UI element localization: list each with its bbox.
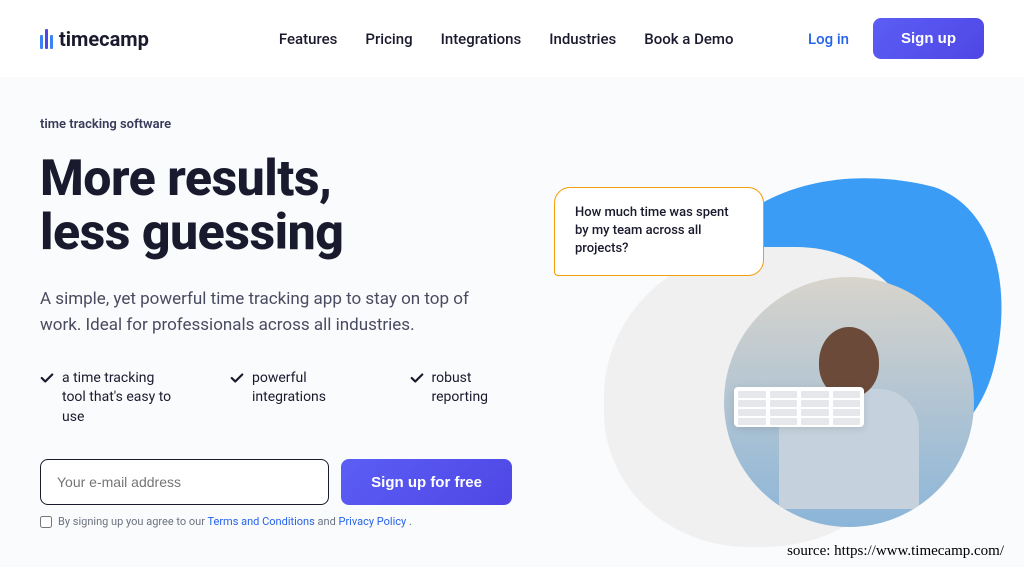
signup-free-button[interactable]: Sign up for free	[341, 459, 512, 505]
feature-text: powerful integrations	[252, 369, 360, 428]
check-icon	[230, 371, 244, 385]
main-nav: Features Pricing Integrations Industries…	[279, 30, 734, 48]
terms-checkbox[interactable]	[40, 516, 52, 528]
terms-link[interactable]: Terms and Conditions	[207, 515, 314, 528]
logo-bars-icon	[40, 29, 53, 49]
login-link[interactable]: Log in	[808, 30, 849, 48]
feature-item: powerful integrations	[230, 369, 360, 428]
hero-headline: More results, less guessing	[40, 152, 512, 260]
hero-content: time tracking software More results, les…	[40, 117, 512, 567]
hero-subhead: A simple, yet powerful time tracking app…	[40, 286, 512, 339]
main-header: timecamp Features Pricing Integrations I…	[0, 0, 1024, 77]
speech-bubble: How much time was spent by my team acros…	[554, 187, 764, 276]
header-actions: Log in Sign up	[808, 18, 984, 59]
check-icon	[410, 371, 424, 385]
headline-line-1: More results,	[40, 150, 331, 208]
feature-item: robust reporting	[410, 369, 513, 428]
check-icon	[40, 371, 54, 385]
signup-button[interactable]: Sign up	[873, 18, 984, 59]
feature-list: a time tracking tool that's easy to use …	[40, 369, 512, 428]
headline-line-2: less guessing	[40, 204, 343, 262]
nav-pricing[interactable]: Pricing	[365, 30, 412, 48]
nav-book-demo[interactable]: Book a Demo	[644, 30, 733, 48]
hero-eyebrow: time tracking software	[40, 117, 512, 132]
nav-features[interactable]: Features	[279, 30, 337, 48]
email-input[interactable]	[40, 459, 329, 505]
terms-row: By signing up you agree to our Terms and…	[40, 515, 512, 528]
source-attribution: source: https://www.timecamp.com/	[787, 543, 1004, 560]
terms-text: By signing up you agree to our Terms and…	[58, 515, 412, 528]
brand-logo[interactable]: timecamp	[40, 27, 149, 51]
brand-name: timecamp	[59, 27, 149, 51]
hero-illustration: How much time was spent by my team acros…	[512, 117, 984, 567]
nav-industries[interactable]: Industries	[549, 30, 616, 48]
feature-text: robust reporting	[432, 369, 513, 428]
hero-section: time tracking software More results, les…	[0, 77, 1024, 567]
feature-item: a time tracking tool that's easy to use	[40, 369, 180, 428]
mini-table-card	[734, 387, 864, 427]
signup-form: Sign up for free	[40, 459, 512, 505]
privacy-link[interactable]: Privacy Policy	[339, 515, 407, 528]
nav-integrations[interactable]: Integrations	[441, 30, 522, 48]
feature-text: a time tracking tool that's easy to use	[62, 369, 180, 428]
